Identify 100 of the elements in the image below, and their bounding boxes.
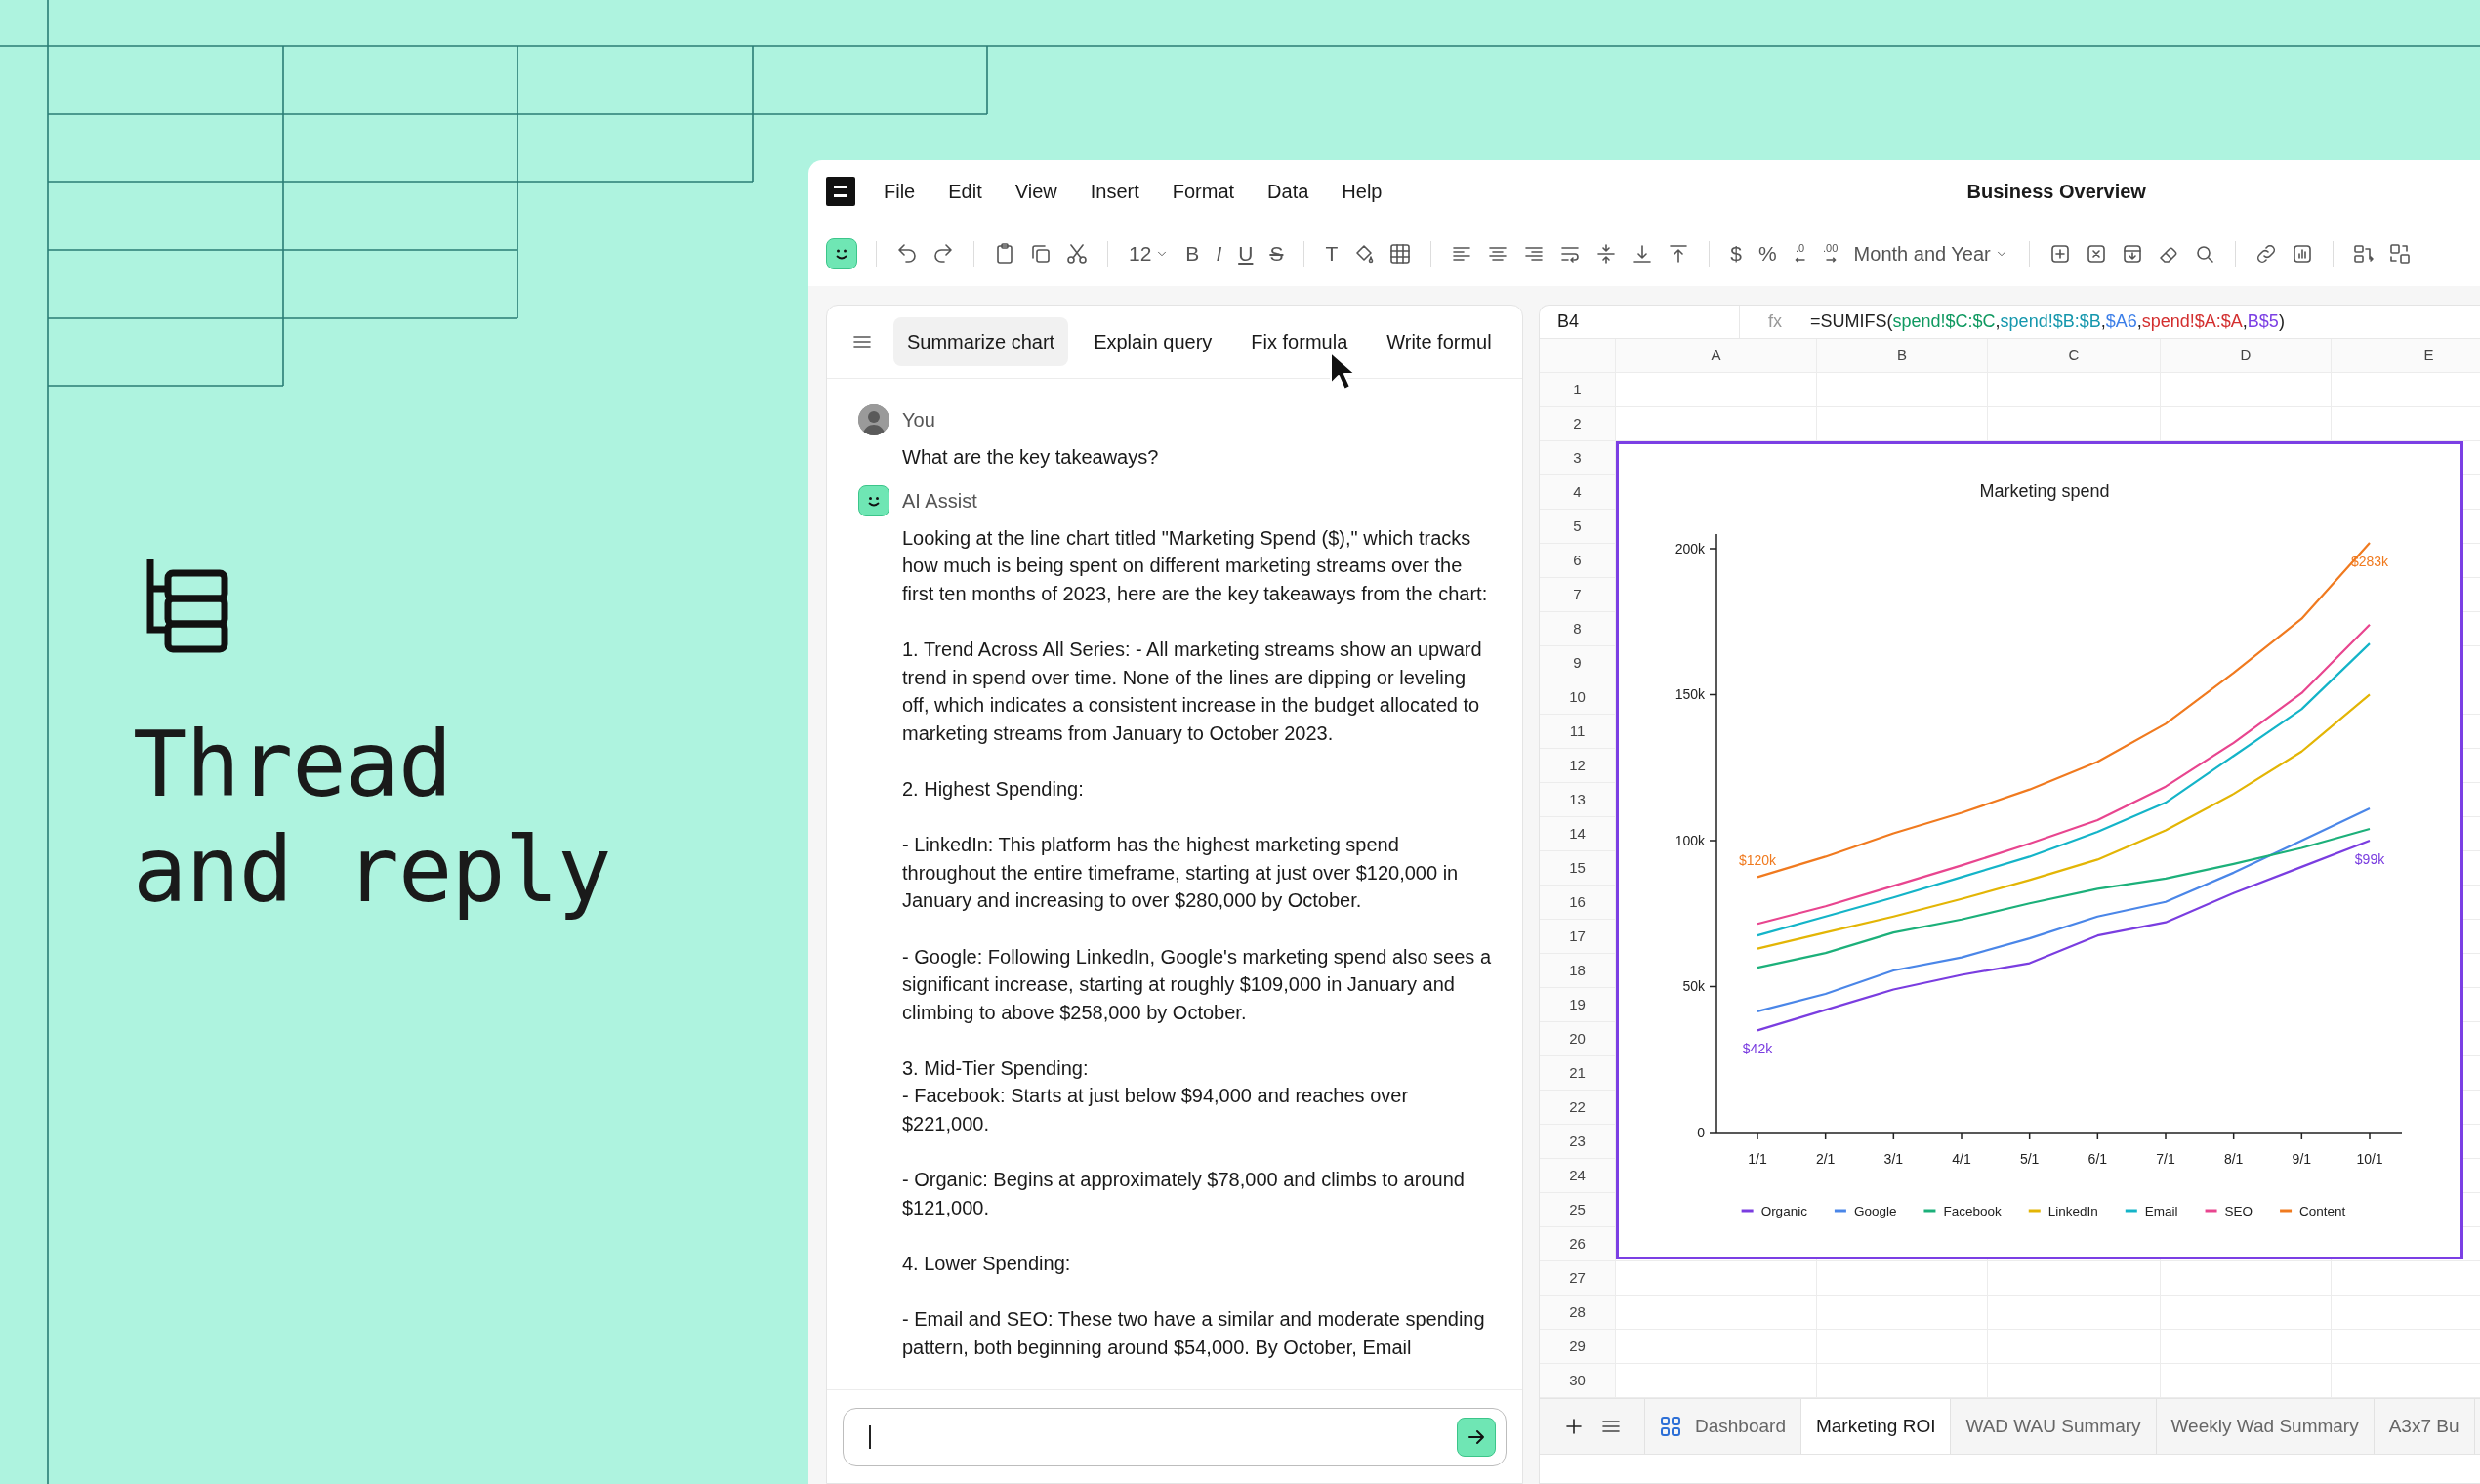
italic-button[interactable]: I [1214, 238, 1224, 269]
suggestion-chip[interactable]: Fix formula [1237, 317, 1362, 366]
row-number[interactable]: 29 [1540, 1330, 1616, 1364]
borders-icon[interactable] [1388, 242, 1413, 266]
increase-decimals-button[interactable]: .00 [1821, 242, 1839, 266]
column-header[interactable]: A [1616, 339, 1817, 373]
message-text: - Google: Following LinkedIn, Google's marketing spend also sees a significant increase, starting at roughly $109,000 in January and climbing to above $258,000 by October. [902, 944, 1493, 1025]
data-label: $99k [2354, 851, 2385, 867]
row-number[interactable]: 26 [1540, 1227, 1616, 1261]
message-text: 3. Mid-Tier Spending: [902, 1055, 1090, 1081]
legend-label: Content [2299, 1204, 2346, 1218]
bold-button[interactable]: B [1183, 238, 1202, 269]
row-number[interactable]: 9 [1540, 646, 1616, 680]
axis-label: 7/1 [2156, 1151, 2175, 1167]
menu-item[interactable]: Help [1325, 176, 1399, 206]
number-format-dropdown[interactable]: Month and Year [1851, 239, 2010, 268]
row-number[interactable]: 1 [1540, 373, 1616, 407]
row-number[interactable]: 23 [1540, 1125, 1616, 1159]
fx-label: fx [1767, 310, 1783, 333]
row-number[interactable]: 14 [1540, 817, 1616, 851]
redo-icon[interactable] [931, 242, 955, 266]
chart-frame[interactable]: Marketing spend 200k 150k 100k 50k 0 1/1 2/1 3/1 4/1 5/1 6/1 7/1 8/1 9/1 10/1 $283k $120k $42k $99k Organic Google Facebook LinkedIn Email SEO Content [1616, 441, 2463, 1259]
row-number[interactable]: 16 [1540, 886, 1616, 920]
row-number[interactable]: 28 [1540, 1296, 1616, 1330]
legend-item: Facebook [1923, 1204, 2002, 1218]
legend-label: LinkedIn [2047, 1204, 2098, 1218]
font-size-dropdown[interactable]: 12 [1127, 238, 1172, 269]
legend-item: Google [1834, 1204, 1897, 1218]
text-cursor [869, 1425, 871, 1449]
message-text: - LinkedIn: This platform has the highest marketing spend throughout the entire timeframe, starting at just over $120,000 in January and increasing to over $280,000 by October. [902, 833, 1460, 914]
axis-label: 5/1 [2019, 1151, 2040, 1167]
row-number[interactable]: 20 [1540, 1022, 1616, 1056]
message-text: What are the key takeaways? [902, 445, 1160, 470]
legend-item: Organic [1741, 1204, 1807, 1218]
row-number[interactable]: 6 [1540, 544, 1616, 578]
row-number[interactable]: 2 [1540, 407, 1616, 441]
menu-item[interactable]: View [998, 176, 1074, 206]
column-header[interactable]: B [1817, 339, 1988, 373]
legend-label: Organic [1760, 1204, 1808, 1218]
currency-button[interactable]: $ [1728, 238, 1744, 269]
sheet-tab[interactable]: Marketing ROI [1800, 1399, 1952, 1454]
column-header[interactable]: D [2161, 339, 2332, 373]
underline-button[interactable]: U [1236, 238, 1256, 269]
axis-label: 2/1 [1815, 1151, 1836, 1167]
axis-label: 1/1 [1748, 1151, 1767, 1167]
axis-label: 3/1 [1883, 1151, 1904, 1167]
row-number[interactable]: 5 [1540, 510, 1616, 544]
text-button[interactable]: T [1323, 238, 1341, 269]
menu-item[interactable]: Data [1251, 176, 1326, 206]
data-label: $120k [1738, 852, 1777, 869]
row-number[interactable]: 21 [1540, 1056, 1616, 1091]
strikethrough-button[interactable]: S [1267, 238, 1286, 269]
percent-button[interactable]: % [1756, 238, 1779, 269]
message-text: Looking at the line chart titled "Marketing Spend ($)," which tracks how much is being spent on different marketing streams over the first ten months of 2023, here are the key takeaways from the chart: [902, 525, 1489, 606]
menu-item[interactable]: Format [1155, 176, 1252, 206]
data-label: $42k [1742, 1041, 1773, 1057]
row-number[interactable]: 18 [1540, 954, 1616, 988]
menu-item[interactable]: File [867, 176, 932, 206]
column-header[interactable]: C [1988, 339, 2161, 373]
row-number[interactable]: 22 [1540, 1091, 1616, 1125]
row-number[interactable]: 12 [1540, 749, 1616, 783]
app-logo-icon[interactable] [826, 176, 855, 206]
legend-item: Content [2280, 1204, 2346, 1218]
legend-label: Facebook [1943, 1204, 2002, 1218]
row-number[interactable]: 8 [1540, 612, 1616, 646]
suggestion-chip[interactable]: Write formul [1373, 317, 1506, 366]
row-number[interactable]: 10 [1540, 680, 1616, 715]
message-input[interactable] [843, 1408, 1507, 1466]
suggestion-chip[interactable]: Summarize chart [893, 317, 1069, 366]
undo-icon[interactable] [895, 242, 919, 266]
row-number[interactable]: 24 [1540, 1159, 1616, 1193]
axis-label: 10/1 [2356, 1151, 2383, 1167]
user-avatar [858, 404, 889, 435]
column-header[interactable]: E [2332, 339, 2480, 373]
assistant-button[interactable] [826, 238, 857, 269]
row-number[interactable]: 25 [1540, 1193, 1616, 1227]
row-number[interactable]: 30 [1540, 1364, 1616, 1398]
decrease-decimals-button[interactable]: .0 [1791, 242, 1809, 266]
row-number[interactable]: 7 [1540, 578, 1616, 612]
columns-icon[interactable] [2387, 242, 2412, 266]
send-button[interactable] [1457, 1418, 1496, 1457]
thread-logo-icon [146, 559, 230, 655]
row-number[interactable]: 3 [1540, 441, 1616, 475]
row-number[interactable]: 4 [1540, 475, 1616, 510]
suggestion-chip[interactable]: Explain query [1080, 317, 1226, 366]
row-number[interactable]: 13 [1540, 783, 1616, 817]
row-number[interactable]: 17 [1540, 920, 1616, 954]
cell-reference: B4 [1540, 306, 1740, 338]
assistant-avatar [858, 484, 889, 516]
row-number[interactable]: 19 [1540, 988, 1616, 1022]
row-number[interactable]: 11 [1540, 715, 1616, 749]
corner-cell[interactable] [1540, 339, 1616, 373]
author-name: You [902, 408, 936, 433]
menu-item[interactable]: Insert [1073, 176, 1156, 206]
row-number[interactable]: 27 [1540, 1261, 1616, 1296]
copy-icon[interactable] [1029, 242, 1053, 266]
row-number[interactable]: 15 [1540, 851, 1616, 886]
scissors-icon[interactable] [1065, 242, 1089, 266]
menu-item[interactable]: Edit [931, 176, 999, 206]
rows-icon[interactable] [2351, 242, 2376, 266]
